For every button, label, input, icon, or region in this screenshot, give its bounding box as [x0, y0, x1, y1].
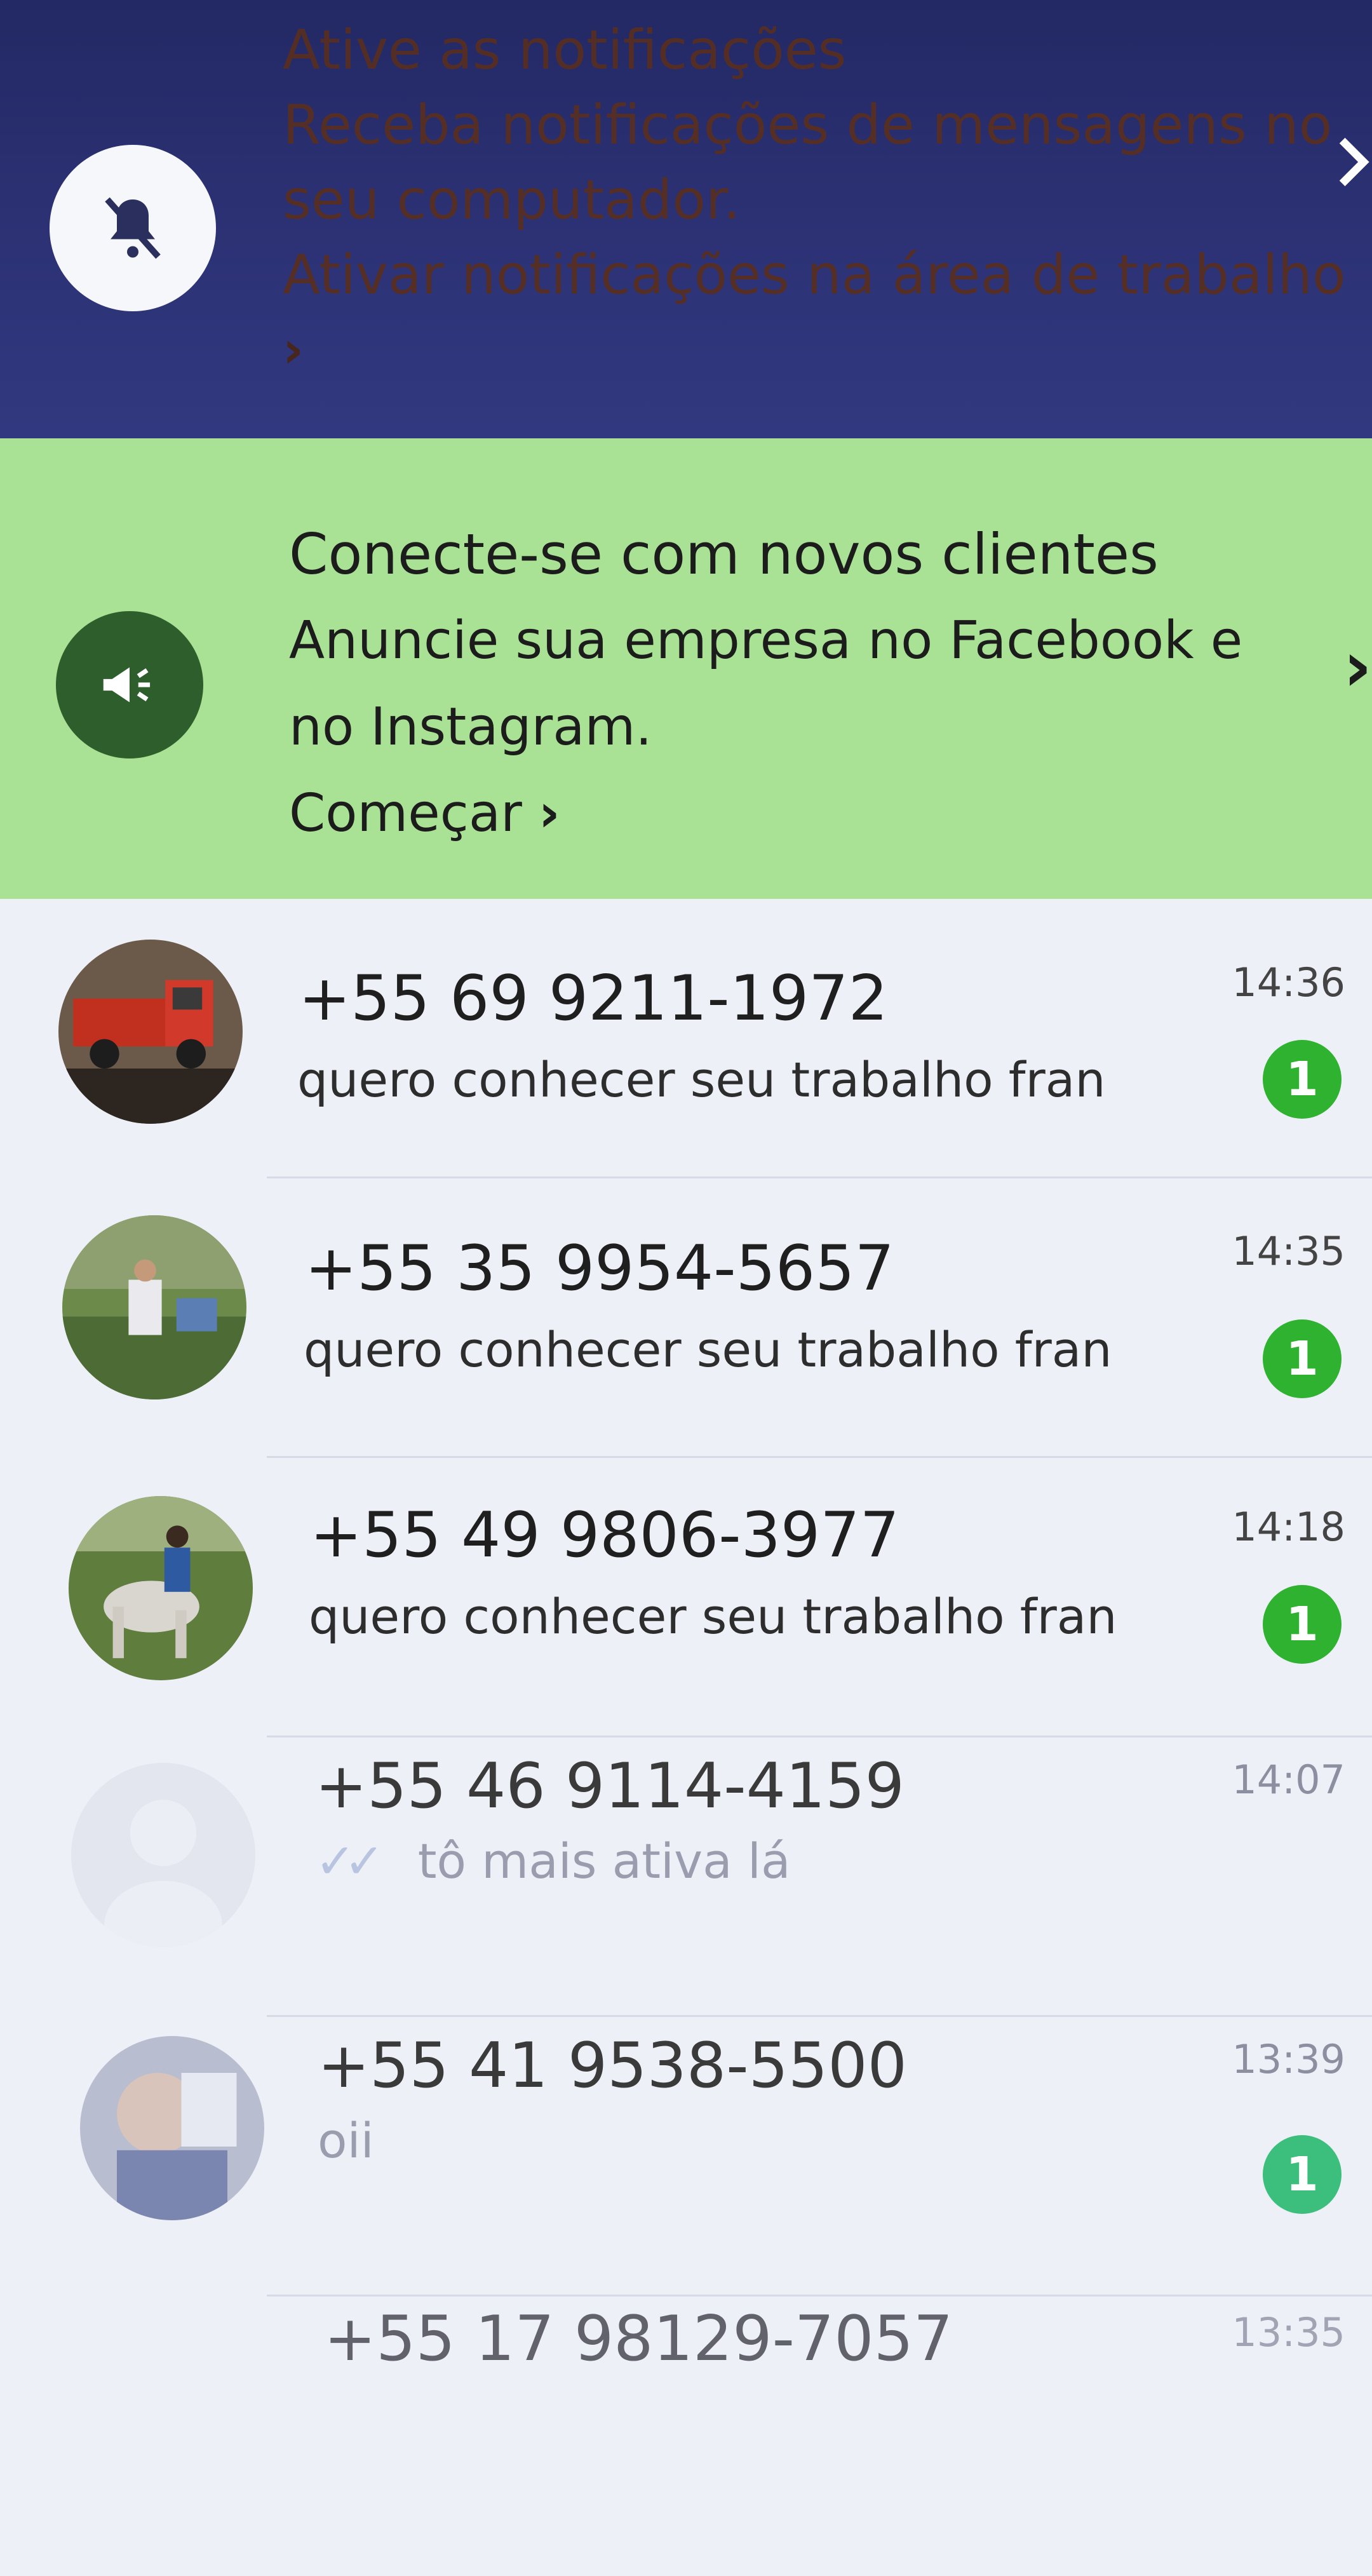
- chat-list: +55 69 9211-1972 quero conhecer seu trab…: [0, 899, 1372, 2439]
- avatar[interactable]: [71, 1763, 255, 1947]
- chat-preview-text: tô mais ativa lá: [417, 1833, 791, 1889]
- notification-text: Ative as notificações Receba notificaçõe…: [283, 13, 1346, 388]
- notification-banner: Ative as notificações Receba notificaçõe…: [0, 0, 1372, 483]
- get-started-link[interactable]: Começar ›: [289, 771, 1280, 857]
- chat-time: 14:36: [1232, 959, 1345, 1006]
- enable-desktop-notifications-link[interactable]: Ativar notificações na área de trabalho: [283, 238, 1346, 313]
- chat-row[interactable]: +55 69 9211-1972 quero conhecer seu trab…: [0, 899, 1372, 1178]
- read-double-check-icon: ✓✓: [315, 1833, 384, 1889]
- chat-row[interactable]: +55 46 9114-4159 ✓✓ tô mais ativa lá 14:…: [0, 1737, 1372, 2017]
- promo-dismiss-chevron-icon[interactable]: ›: [1343, 626, 1372, 707]
- chat-time: 14:18: [1232, 1504, 1345, 1550]
- chat-row[interactable]: +55 49 9806-3977 quero conhecer seu trab…: [0, 1458, 1372, 1737]
- chat-time: 13:39: [1232, 2036, 1345, 2082]
- notification-description-2: seu computador.: [283, 168, 741, 232]
- chat-row[interactable]: +55 17 98129-7057 13:35: [0, 2296, 1372, 2576]
- notification-description-1: Receba notificações de mensagens no: [283, 93, 1333, 157]
- unread-badge: 1: [1263, 2135, 1342, 2214]
- chat-time: 14:35: [1232, 1228, 1345, 1274]
- chevron-right-icon[interactable]: ›: [283, 313, 1267, 388]
- avatar[interactable]: [80, 2036, 264, 2220]
- chat-name: +55 35 9954-5657: [305, 1232, 894, 1305]
- chevron-right-icon: ›: [538, 783, 560, 844]
- chat-name: +55 41 9538-5500: [318, 2030, 907, 2102]
- chat-row[interactable]: +55 35 9954-5657 quero conhecer seu trab…: [0, 1178, 1372, 1458]
- avatar[interactable]: [58, 940, 243, 1124]
- chat-preview: ✓✓ tô mais ativa lá: [315, 1833, 791, 1889]
- close-icon[interactable]: [1328, 121, 1372, 210]
- chat-time: 13:35: [1232, 2309, 1345, 2356]
- notification-title: Ative as notificações: [283, 18, 847, 82]
- chat-preview: quero conhecer seu trabalho fran: [297, 1051, 1106, 1108]
- promo-title: Conecte-se com novos clientes: [289, 522, 1159, 587]
- chat-time: 14:07: [1232, 1757, 1345, 1803]
- bell-off-icon: [105, 197, 161, 259]
- unread-badge: 1: [1263, 1319, 1342, 1398]
- avatar[interactable]: [62, 1215, 246, 1399]
- notification-icon-circle: [50, 145, 216, 311]
- promo-icon-circle: [56, 611, 203, 759]
- promo-text: Conecte-se com novos clientes Anuncie su…: [289, 511, 1280, 857]
- chat-name: +55 69 9211-1972: [299, 962, 888, 1035]
- default-avatar-icon: [104, 1800, 222, 1947]
- chat-name: +55 46 9114-4159: [315, 1750, 905, 1823]
- megaphone-icon: [103, 667, 151, 703]
- chat-name: +55 17 98129-7057: [324, 2303, 953, 2375]
- chat-preview: quero conhecer seu trabalho fran: [309, 1588, 1117, 1645]
- chat-preview: quero conhecer seu trabalho fran: [304, 1321, 1112, 1378]
- get-started-label: Começar: [289, 783, 522, 844]
- chat-preview: oii: [318, 2112, 374, 2169]
- promo-description-1: Anuncie sua empresa no Facebook e: [289, 610, 1243, 671]
- unread-badge: 1: [1263, 1040, 1342, 1119]
- unread-badge: 1: [1263, 1585, 1342, 1664]
- promo-description-2: no Instagram.: [289, 697, 652, 757]
- chat-row[interactable]: +55 41 9538-5500 oii 13:39 1: [0, 2017, 1372, 2296]
- promo-banner[interactable]: Conecte-se com novos clientes Anuncie su…: [0, 438, 1372, 899]
- avatar[interactable]: [69, 1496, 253, 1680]
- chat-name: +55 49 9806-3977: [310, 1499, 899, 1572]
